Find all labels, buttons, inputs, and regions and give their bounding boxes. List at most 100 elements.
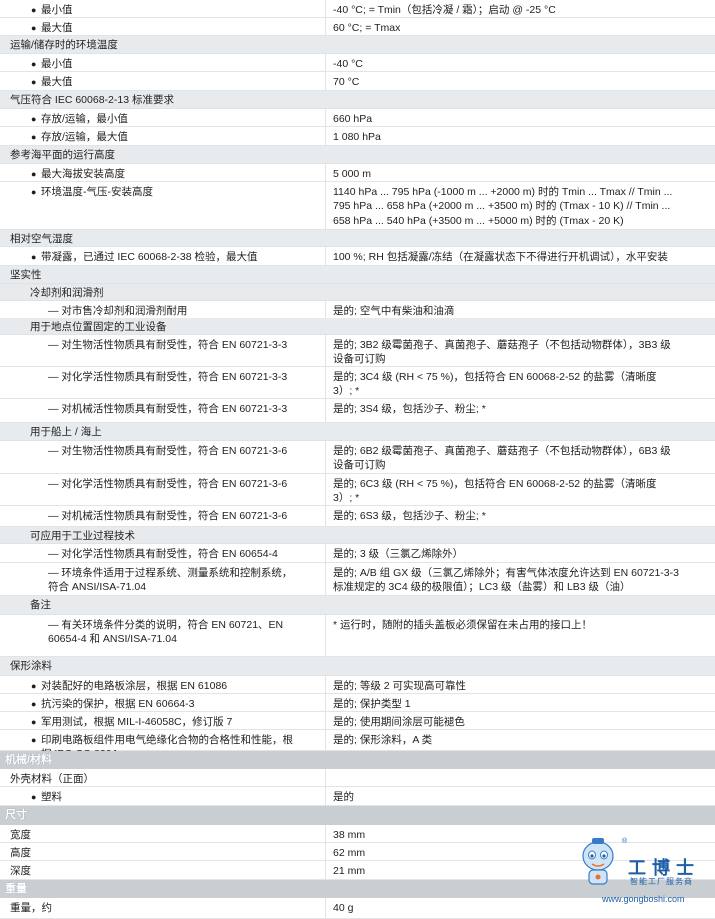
watermark: ® 工博士 智能工厂服务商 www.gongboshi.com: [578, 834, 708, 904]
group-header: 运输/储存时的环境温度: [0, 36, 715, 54]
spec-label: 存放/运输，最大值: [41, 131, 128, 143]
spec-value: 60 °C; = Tmax: [333, 22, 401, 34]
spec-row: — 环境条件适用于过程系统、测量系统和控制系统， 符合 ANSI/ISA-71.…: [0, 563, 715, 596]
column-divider: [325, 898, 326, 919]
spec-value: 是的; 空气中有柴油和油滴: [333, 305, 455, 317]
brand-url: www.gongboshi.com: [602, 894, 685, 904]
group-header: 用于地点位置固定的工业设备: [0, 318, 715, 335]
bullet-icon: ●: [31, 252, 37, 262]
registered-mark: ®: [622, 838, 628, 845]
group-header: 冷却剂和润滑剂: [0, 284, 715, 301]
group-title: 尺寸: [5, 809, 27, 821]
spec-row: ● 抗污染的保护，根据 EN 60664-3 是的; 保护类型 1: [0, 694, 715, 712]
spec-row: — 对生物活性物质具有耐受性，符合 EN 60721-3-6 是的; 6B2 级霉…: [0, 441, 715, 474]
spec-value: 660 hPa: [333, 113, 373, 125]
spec-value: 是的; 使用期间涂层可能褪色: [333, 716, 465, 728]
group-header: 用于船上 / 海上: [0, 423, 715, 441]
cell: [326, 769, 715, 787]
column-divider: [325, 712, 326, 730]
group-title: 保形涂料: [10, 660, 52, 672]
spec-label: 存放/运输，最小值: [41, 113, 128, 125]
spec-value: -40 °C; = Tmin（包括冷凝 / 霜）；启动 @ -25 °C: [333, 4, 556, 16]
spec-label: — 对生物活性物质具有耐受性，符合 EN 60721-3-6: [48, 445, 288, 457]
bullet-icon: ●: [31, 792, 37, 802]
spec-row: ● 对装配好的电路板涂层，根据 EN 61086 是的; 等级 2 可实现高可靠性: [0, 676, 715, 694]
group-header: 气压符合 IEC 60068-2-13 标准要求: [0, 91, 715, 109]
spec-label: 最小值: [41, 58, 73, 70]
spec-value: -40 °C: [333, 58, 363, 70]
spec-value: 是的; 3S4 级，包括沙子、粉尘; *: [333, 403, 486, 415]
spec-value: 是的; 6S3 级，包括沙子、粉尘; *: [333, 510, 486, 522]
spec-value: 是的; 6C3 级 (RH < 75 %)，包括符合 EN 60068-2-52…: [333, 478, 657, 505]
group-header: 参考海平面的运行高度: [0, 146, 715, 164]
section-header: 尺寸: [0, 806, 715, 825]
column-divider: [325, 615, 326, 657]
spec-row: ● 塑料 是的: [0, 787, 715, 806]
group-title: 相对空气湿度: [10, 233, 73, 245]
spec-value: 70 °C: [333, 76, 360, 88]
spec-label: 环境温度-气压-安装高度: [41, 186, 153, 198]
spec-row: ● 环境温度-气压-安装高度 1140 hPa ... 795 hPa (-1000…: [0, 182, 715, 230]
column-divider: [325, 18, 326, 36]
spec-label: 宽度: [10, 829, 31, 841]
spec-label: — 对机械活性物质具有耐受性，符合 EN 60721-3-6: [48, 510, 288, 522]
spec-value: 是的; 保形涂料，A 类: [333, 734, 433, 746]
column-divider: [325, 441, 326, 474]
bullet-icon: ●: [31, 681, 37, 691]
group-header: 可应用于工业过程技术: [0, 527, 715, 544]
column-divider: [325, 301, 326, 319]
column-divider: [325, 182, 326, 230]
spec-label: — 环境条件适用于过程系统、测量系统和控制系统， 符合 ANSI/ISA-71.…: [48, 567, 293, 594]
brand-slogan: 智能工厂服务商: [630, 877, 693, 886]
column-divider: [325, 474, 326, 506]
column-divider: [325, 825, 326, 843]
spec-row: ● 最小值 -40 °C: [0, 54, 715, 72]
spec-row: — 对化学活性物质具有耐受性，符合 EN 60654-4 是的; 3 级（三氯乙烯…: [0, 544, 715, 563]
spec-label: — 对化学活性物质具有耐受性，符合 EN 60721-3-3: [48, 371, 288, 383]
column-divider: [325, 54, 326, 72]
column-divider: [325, 506, 326, 527]
spec-value: * 运行时，随附的插头盖板必须保留在未占用的接口上！: [333, 619, 593, 631]
group-title: 运输/储存时的环境温度: [10, 39, 118, 51]
spec-row: ● 最大海拔安装高度 5 000 m: [0, 164, 715, 182]
bullet-icon: ●: [31, 23, 37, 33]
spec-label: 抗污染的保护，根据 EN 60664-3: [41, 698, 195, 710]
group-header: 相对空气湿度: [0, 230, 715, 247]
group-header: 坚实性: [0, 266, 715, 284]
spec-value: 是的; 3C4 级 (RH < 75 %)，包括符合 EN 60068-2-52…: [333, 371, 657, 398]
spec-label: 最大值: [41, 76, 73, 88]
spec-row: — 有关环境条件分类的说明，符合 EN 60721、EN 60654-4 和 A…: [0, 615, 715, 657]
spec-row: ● 带凝露，已通过 IEC 60068-2-38 检验，最大值 100 %; RH …: [0, 247, 715, 266]
spec-label: 塑料: [41, 791, 62, 803]
spec-value: 5 000 m: [333, 168, 371, 180]
spec-row: — 对市售冷却剂和润滑剂耐用 是的; 空气中有柴油和油滴: [0, 301, 715, 319]
spec-value: 1140 hPa ... 795 hPa (-1000 m ... +2000 …: [333, 186, 673, 227]
spec-row: ● 最大值 60 °C; = Tmax: [0, 18, 715, 36]
column-divider: [325, 861, 326, 880]
spec-label: 最大值: [41, 22, 73, 34]
spec-row: ● 存放/运输，最小值 660 hPa: [0, 109, 715, 127]
spec-row: ● 军用测试，根据 MIL-I-46058C，修订版 7 是的; 使用期间涂层可能褪…: [0, 712, 715, 730]
column-divider: [325, 335, 326, 367]
bullet-icon: ●: [31, 59, 37, 69]
spec-label: — 对化学活性物质具有耐受性，符合 EN 60721-3-6: [48, 478, 288, 490]
column-divider: [325, 127, 326, 146]
spec-label: 对装配好的电路板涂层，根据 EN 61086: [41, 680, 228, 692]
spec-value: 是的; A/B 组 GX 级（三氯乙烯除外；有害气体浓度允许达到 EN 6072…: [333, 567, 679, 594]
column-divider: [325, 730, 326, 751]
group-title: 用于船上 / 海上: [30, 426, 102, 438]
spec-row: ●印刷电路板组件用电气绝缘化合物的合格性和性能，根 据 IPC-CC-830A是…: [0, 730, 715, 760]
spec-row: — 对生物活性物质具有耐受性，符合 EN 60721-3-3 是的; 3B2 级霉…: [0, 335, 715, 367]
spec-row: — 对机械活性物质具有耐受性，符合 EN 60721-3-3 是的; 3S4 级，…: [0, 399, 715, 423]
spec-label: — 对市售冷却剂和润滑剂耐用: [48, 305, 188, 317]
spec-row: — 对化学活性物质具有耐受性，符合 EN 60721-3-3 是的; 3C4 级 …: [0, 367, 715, 399]
bullet-icon: ●: [31, 735, 37, 745]
column-divider: [325, 72, 326, 91]
spec-value: 是的; 保护类型 1: [333, 698, 411, 710]
bullet-icon: ●: [31, 77, 37, 87]
group-title: 气压符合 IEC 60068-2-13 标准要求: [10, 94, 174, 106]
section-header: 机械/材料: [0, 751, 715, 769]
spec-row: ● 存放/运输，最大值 1 080 hPa: [0, 127, 715, 146]
group-title: 机械/材料: [5, 754, 53, 766]
column-divider: [325, 109, 326, 127]
